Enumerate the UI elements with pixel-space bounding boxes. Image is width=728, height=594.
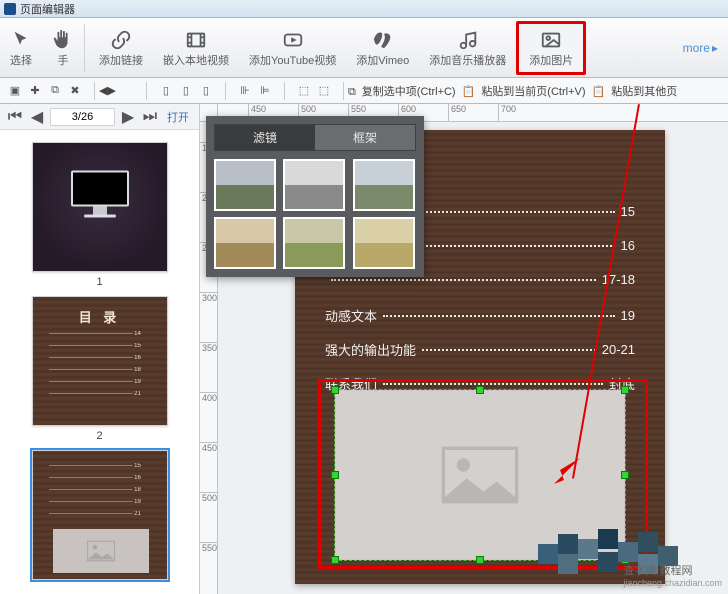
app-title: 页面编辑器 [20,1,75,17]
film-icon [163,28,229,52]
image-icon [529,28,573,52]
filter-grid [214,159,416,269]
toc-row: 强大的输出功能20-21 [325,340,635,359]
layer-up-button[interactable]: ▣ [6,82,24,100]
thumbnail-list: 1 目 录 —————————————— 14 —————————————— 1… [0,130,199,594]
align-right-button[interactable]: ▯ [197,82,215,100]
first-page-button[interactable]: ⏮ [6,108,24,126]
last-page-button[interactable]: ⏭ [141,108,159,126]
cursor-icon [10,28,32,52]
toc-row: 动感文本19 [325,306,635,325]
paste-current-button[interactable]: 📋粘贴到当前页(Ctrl+V) [462,83,592,99]
page-sidebar: ⏮ ◀ 3/26 ▶ ⏭ 打开 1 目 录 —————————————— 14 … [0,104,200,594]
layer-copy-button[interactable]: ⧉ [46,82,64,100]
app-icon [4,3,16,15]
titlebar: 页面编辑器 [0,0,728,18]
add-link-tool[interactable]: 添加链接 [84,24,153,72]
more-button[interactable]: more ▸ [683,41,728,55]
align-left-button[interactable]: ▯ [157,82,175,100]
filter-option-1[interactable] [214,159,276,211]
filter-panel: 滤镜 框架 [206,116,424,277]
music-icon [429,28,506,52]
frame-tab[interactable]: 框架 [315,125,415,150]
edit-toolbar: ▣ ✚ ⧉ ✖ ◀ ▶ ▯ ▯ ▯ ⊪ ⊫ ⬚ ⬚ ⧉复制选中项(Ctrl+C)… [0,78,728,104]
hand-icon [52,28,74,52]
next-page-button-side[interactable]: ▶ [119,108,137,126]
layer-delete-button[interactable]: ✖ [66,82,84,100]
annotation-arrowhead [550,456,584,490]
next-page-button[interactable]: ▶ [107,84,115,97]
add-music-tool[interactable]: 添加音乐播放器 [419,24,516,72]
watermark: 查字典 教程网 jiaocheng.chazidian.com [623,562,722,588]
add-youtube-tool[interactable]: 添加YouTube视频 [239,24,346,72]
paste-icon: 📋 [592,86,606,98]
filter-option-6[interactable] [353,217,415,269]
filter-option-4[interactable] [214,217,276,269]
link-icon [99,28,143,52]
thumbnail-3[interactable]: —————————————— 15 —————————————— 16 ————… [32,450,168,580]
canvas-area: 450500550600650700 150200250300350400450… [200,104,728,594]
align-center-button[interactable]: ▯ [177,82,195,100]
open-button[interactable]: 打开 [163,109,193,125]
chevron-right-icon: ▸ [712,41,718,55]
main-area: ⏮ ◀ 3/26 ▶ ⏭ 打开 1 目 录 —————————————— 14 … [0,104,728,594]
distribute-v-button[interactable]: ⊫ [256,82,274,100]
prev-page-button[interactable]: ◀ [99,84,107,97]
paste-other-button[interactable]: 📋粘贴到其他页 [592,83,684,99]
filter-tab[interactable]: 滤镜 [215,125,315,150]
prev-page-button-side[interactable]: ◀ [28,108,46,126]
layer-add-button[interactable]: ✚ [26,82,44,100]
thumbnail-1[interactable]: 1 [32,142,168,288]
add-image-tool[interactable]: 添加图片 [516,21,586,75]
select-tool[interactable]: 选择 [0,24,42,72]
filter-option-3[interactable] [353,159,415,211]
youtube-icon [249,28,336,52]
hand-tool[interactable]: 手 [42,24,84,72]
group-button[interactable]: ⬚ [295,82,313,100]
thumbnail-2[interactable]: 目 录 —————————————— 14 —————————————— 15 … [32,296,168,442]
vimeo-icon [356,28,409,52]
sidebar-nav: ⏮ ◀ 3/26 ▶ ⏭ 打开 [0,104,199,130]
copy-icon: ⧉ [348,86,356,98]
page-indicator[interactable]: 3/26 [50,108,115,126]
embed-local-video-tool[interactable]: 嵌入本地视频 [153,24,239,72]
filter-option-5[interactable] [283,217,345,269]
paste-icon: 📋 [462,86,476,98]
filter-option-2[interactable] [283,159,345,211]
main-toolbar: 选择 手 添加链接 嵌入本地视频 添加YouTube视频 添加Vimeo 添加音… [0,18,728,78]
distribute-h-button[interactable]: ⊪ [236,82,254,100]
ungroup-button[interactable]: ⬚ [315,82,333,100]
copy-selection-button[interactable]: ⧉复制选中项(Ctrl+C) [348,83,462,99]
add-vimeo-tool[interactable]: 添加Vimeo [346,24,419,72]
